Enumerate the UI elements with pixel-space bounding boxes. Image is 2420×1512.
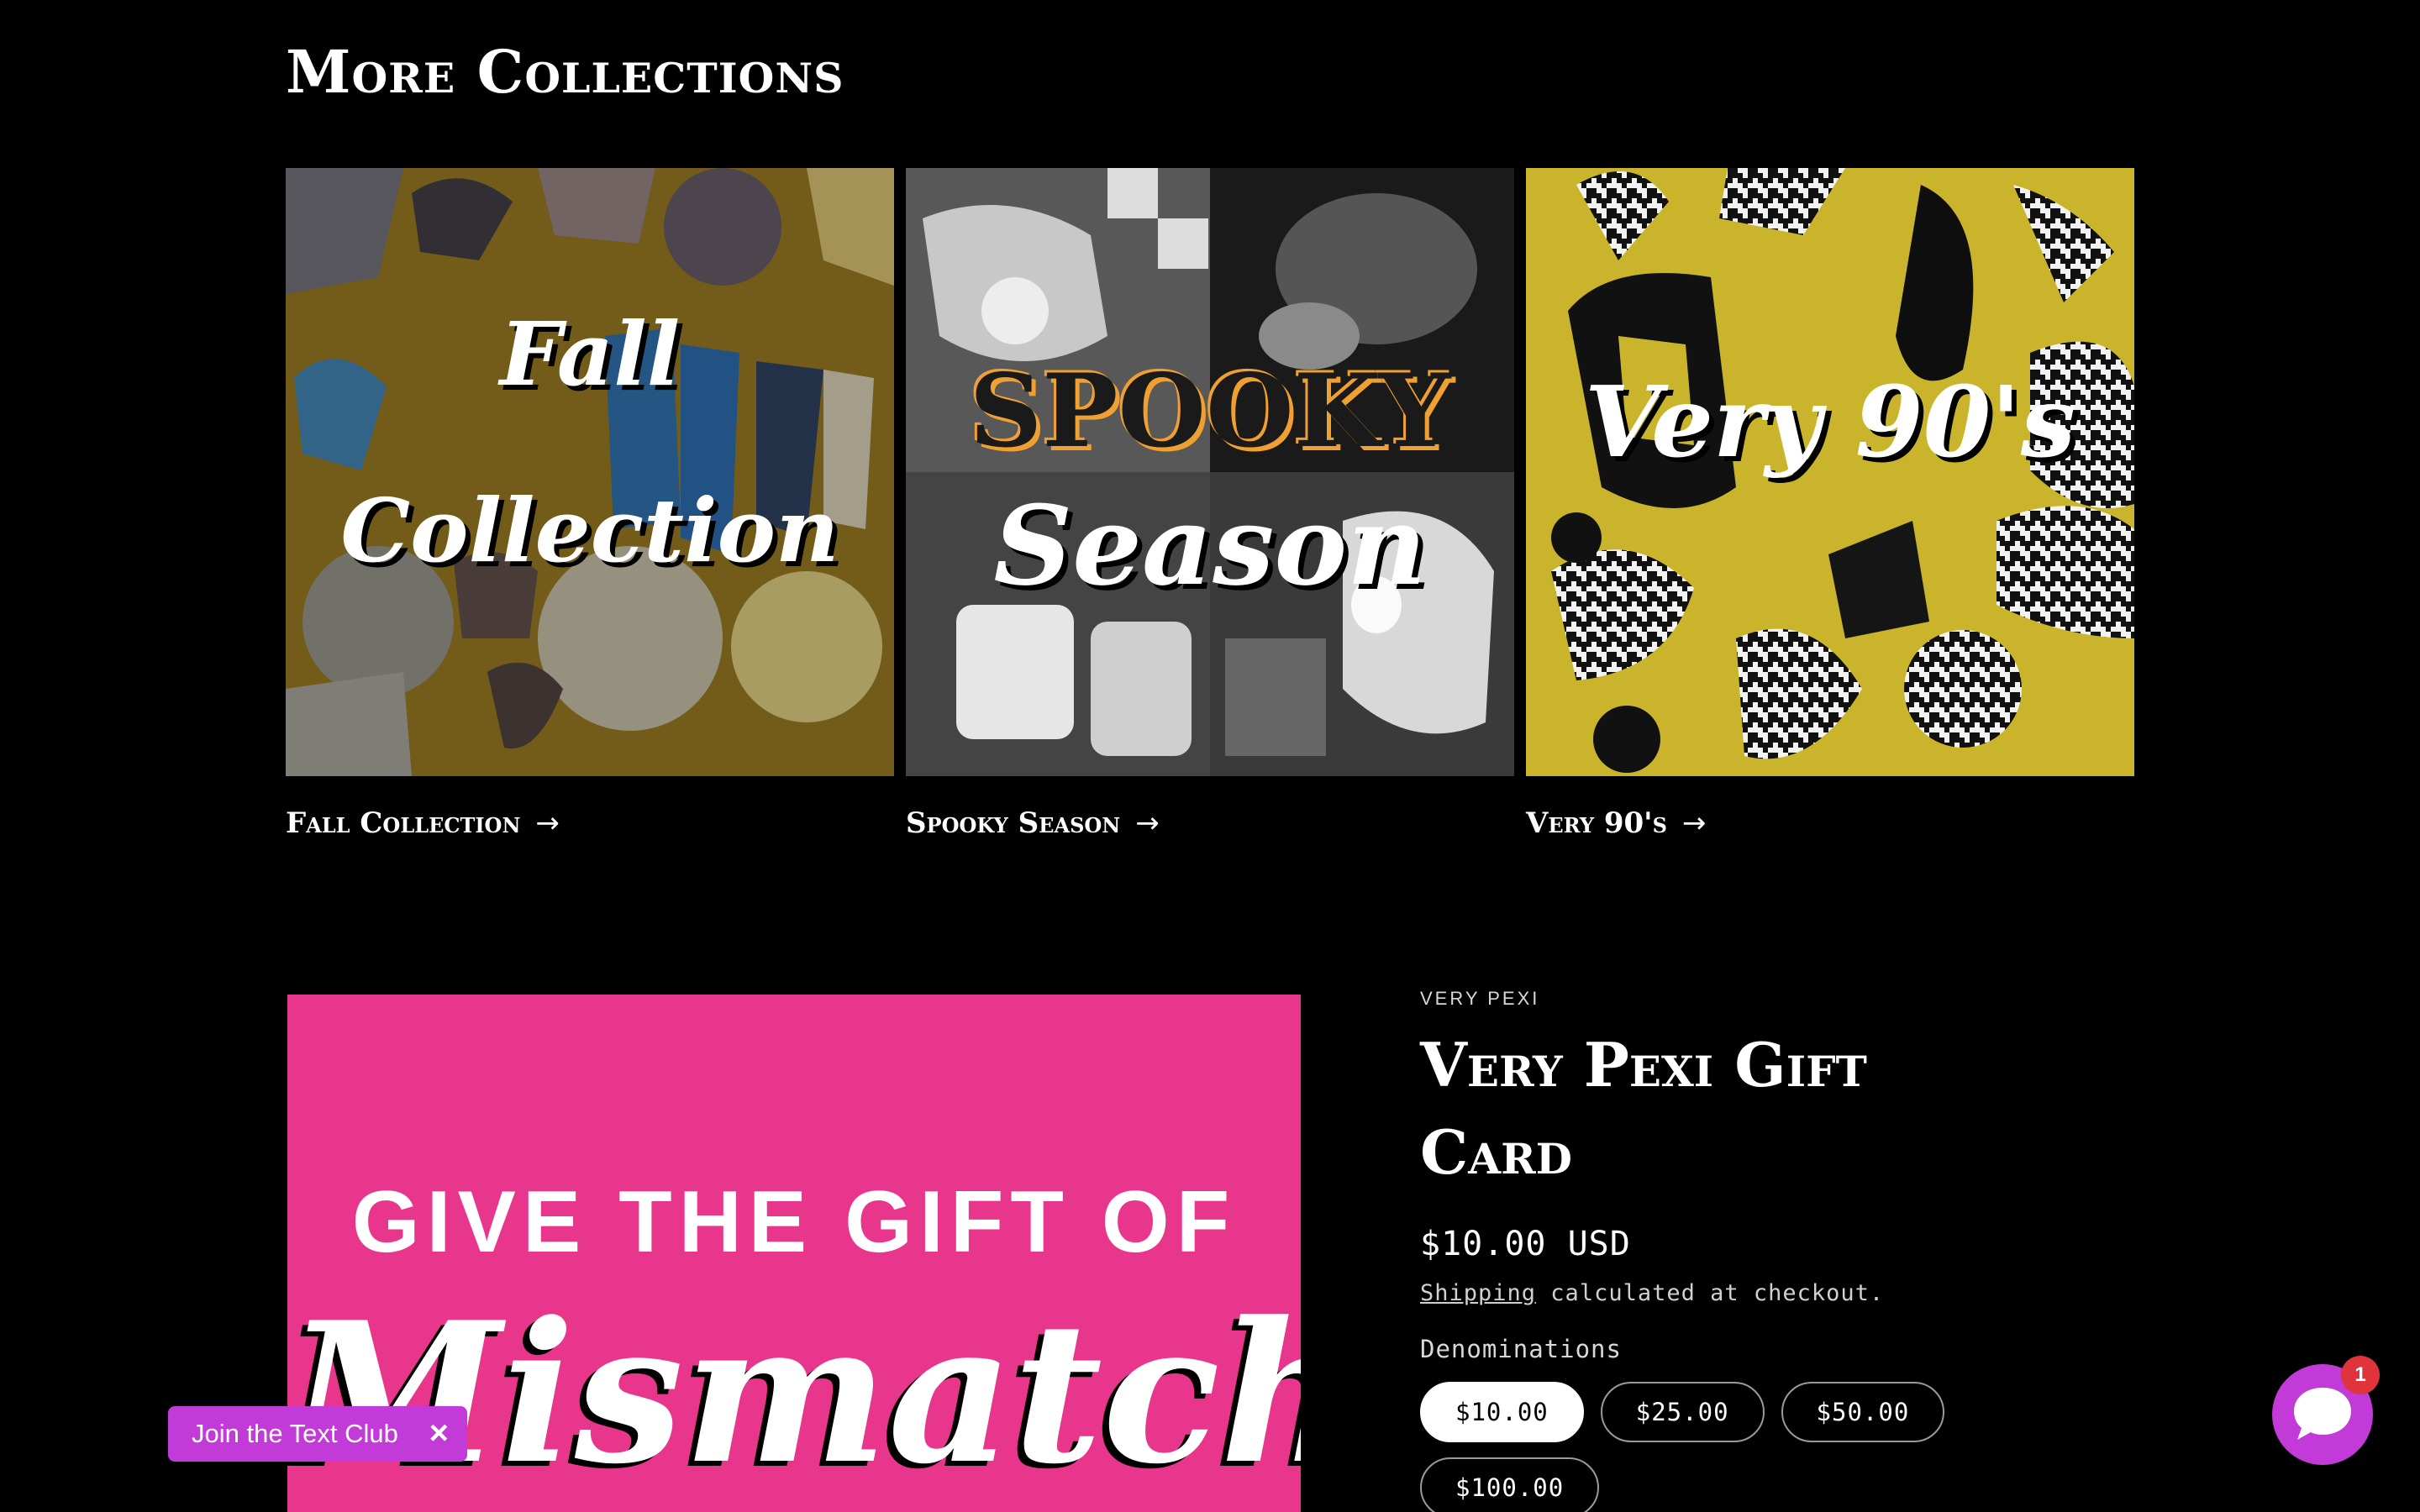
- shipping-note: Shipping calculated at checkout.: [1420, 1280, 2176, 1306]
- section-heading: More Collections: [286, 37, 844, 107]
- collection-card-fall[interactable]: Fall Collection Fall Collection →: [286, 168, 894, 840]
- close-icon[interactable]: ×: [429, 1416, 449, 1450]
- collection-link-spooky[interactable]: Spooky Season →: [906, 806, 1160, 840]
- collection-link-very-90s[interactable]: Very 90's →: [1526, 806, 1706, 840]
- collection-card-spooky[interactable]: SPOOKY Season Spooky Season →: [906, 168, 1514, 840]
- collection-image-fall[interactable]: Fall Collection: [286, 168, 894, 776]
- denomination-option-50[interactable]: $50.00: [1781, 1382, 1945, 1442]
- collection-label: Fall Collection: [286, 806, 521, 840]
- fall-overlay-title: Fall: [499, 302, 681, 406]
- chat-notification-badge: 1: [2341, 1356, 2380, 1394]
- product-vendor: VERY PEXI: [1420, 988, 1540, 1009]
- arrow-right-icon: →: [1681, 806, 1707, 840]
- collection-image-spooky[interactable]: SPOOKY Season: [906, 168, 1514, 776]
- denomination-option-100[interactable]: $100.00: [1420, 1457, 1600, 1512]
- text-club-button[interactable]: Join the Text Club ×: [168, 1406, 467, 1462]
- spooky-overlay-subtitle: Season: [993, 481, 1427, 610]
- shipping-text: calculated at checkout.: [1536, 1280, 1885, 1306]
- chat-bubble-icon: [2294, 1388, 2351, 1440]
- collection-card-very-90s[interactable]: Very 90's Very 90's →: [1526, 168, 2134, 840]
- fall-collage: [286, 168, 894, 776]
- denomination-options: $10.00 $25.00 $50.00 $100.00: [1420, 1382, 2008, 1512]
- very-90s-overlay-title: Very 90's: [1584, 365, 2076, 480]
- text-club-label: Join the Text Club: [192, 1419, 398, 1448]
- product-price: $10.00 USD: [1420, 1225, 1631, 1263]
- collection-image-very-90s[interactable]: Very 90's: [1526, 168, 2134, 776]
- shipping-link[interactable]: Shipping: [1420, 1280, 1536, 1306]
- product-title: Very Pexi Gift Card: [1420, 1029, 1867, 1188]
- gift-card-headline: GIVE THE GIFT OF: [351, 1173, 1237, 1271]
- arrow-right-icon: →: [535, 806, 560, 840]
- product-info: VERY PEXI Very Pexi Gift Card $10.00 USD…: [1420, 988, 2176, 1512]
- denomination-option-10[interactable]: $10.00: [1420, 1382, 1584, 1442]
- arrow-right-icon: →: [1135, 806, 1160, 840]
- denomination-option-25[interactable]: $25.00: [1600, 1382, 1765, 1442]
- spooky-overlay-title: SPOOKY: [969, 352, 1451, 470]
- fall-overlay-subtitle: Collection: [340, 479, 839, 582]
- spooky-collage: [906, 168, 1514, 776]
- collection-grid: Fall Collection Fall Collection → SPOOKY…: [286, 168, 2134, 857]
- collection-label: Very 90's: [1526, 806, 1667, 840]
- denominations-label: Denominations: [1420, 1335, 1622, 1363]
- collection-label: Spooky Season: [906, 806, 1121, 840]
- collection-link-fall[interactable]: Fall Collection →: [286, 806, 560, 840]
